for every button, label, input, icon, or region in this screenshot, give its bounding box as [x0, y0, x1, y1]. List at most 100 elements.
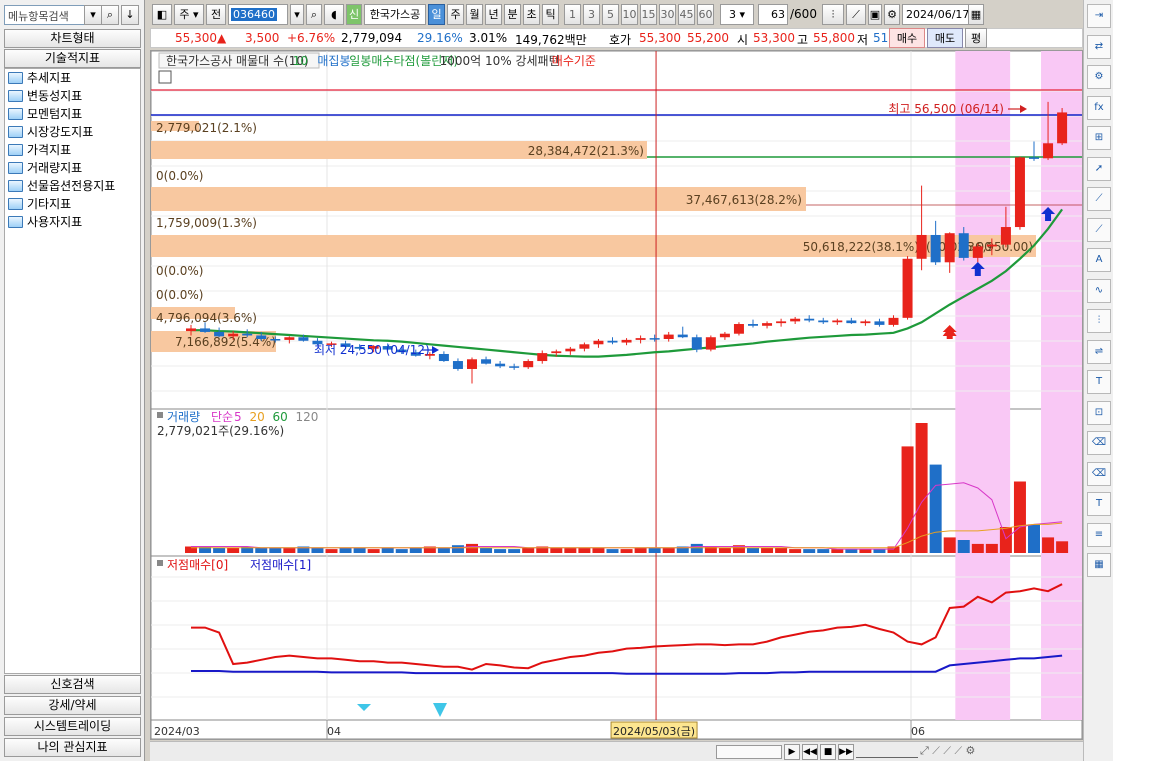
candle-body[interactable]	[621, 339, 632, 343]
tree-item[interactable]: 모멘텀지표	[8, 105, 82, 123]
candle-body[interactable]	[438, 353, 449, 362]
candle-body[interactable]	[874, 321, 885, 325]
candle-body[interactable]	[284, 337, 295, 340]
volume-bar[interactable]	[353, 547, 366, 553]
candle-body[interactable]	[691, 337, 702, 350]
candle-body[interactable]	[916, 234, 927, 259]
line-icon[interactable]: ⟋	[1087, 217, 1111, 242]
eval-button[interactable]: 평	[965, 28, 987, 48]
candle-body[interactable]	[593, 340, 604, 345]
volume-bar[interactable]	[550, 547, 563, 553]
candle-body[interactable]	[888, 317, 899, 325]
volume-bar[interactable]	[817, 549, 830, 553]
volume-bar[interactable]	[1056, 541, 1069, 553]
volume-bar[interactable]	[859, 549, 872, 553]
interval-button[interactable]: 1	[564, 4, 581, 25]
trend-tool-icon[interactable]: ⟋	[846, 4, 866, 25]
interval-button[interactable]: 15	[640, 4, 657, 25]
volume-bar[interactable]	[718, 547, 731, 553]
period-icon[interactable]: ⊡	[1087, 400, 1111, 425]
flip-icon[interactable]: ⇌	[1087, 339, 1111, 364]
candle-body[interactable]	[452, 361, 463, 369]
candle-tool-icon[interactable]: ⫶	[822, 4, 844, 25]
volume-bar[interactable]	[831, 549, 844, 553]
search-icon[interactable]: ⌕	[306, 4, 322, 25]
candle-body[interactable]	[733, 324, 744, 334]
candle-body[interactable]	[551, 351, 562, 354]
timeframe-button[interactable]: 월	[466, 4, 483, 25]
candle-body[interactable]	[663, 334, 674, 339]
settings-icon[interactable]: ⚙	[1087, 65, 1111, 89]
signal-search-button[interactable]: 신호검색	[4, 675, 141, 694]
volume-bar[interactable]	[873, 549, 886, 553]
candle-body[interactable]	[958, 233, 969, 258]
tree-item[interactable]: 기타지표	[8, 195, 71, 213]
candle-body[interactable]	[1057, 112, 1068, 144]
candle-body[interactable]	[186, 328, 196, 332]
tech-indicator-header[interactable]: 기술적지표	[4, 49, 141, 68]
layout-icon[interactable]: ◧	[152, 4, 172, 25]
volume-bar[interactable]	[508, 549, 521, 553]
tree-item[interactable]: 변동성지표	[8, 87, 82, 105]
exit-icon[interactable]: ⇥	[1087, 4, 1111, 28]
volume-bar[interactable]	[255, 547, 268, 553]
rewind-icon[interactable]: ◀◀	[802, 744, 818, 760]
candle-body[interactable]	[846, 320, 857, 324]
candle-body[interactable]	[495, 363, 506, 367]
volume-bar[interactable]	[494, 549, 507, 553]
chart-scrollbar[interactable]: ▶ ◀◀ ■ ▶▶ ⤢ ⟋ ⟋ ⟋ ⚙	[150, 741, 1083, 761]
erase-all-icon[interactable]: ⌫	[1087, 461, 1111, 486]
candle-body[interactable]	[832, 320, 843, 323]
volume-bar[interactable]	[480, 547, 493, 553]
candle-body[interactable]	[467, 359, 477, 369]
tree-item[interactable]: 사용자지표	[8, 213, 82, 231]
interval-button[interactable]: 10	[621, 4, 638, 25]
tree-item[interactable]: 거래량지표	[8, 159, 82, 177]
search-icon[interactable]: ⌕	[101, 5, 119, 25]
code-input[interactable]: 036460	[228, 4, 288, 25]
candle-body[interactable]	[1000, 227, 1011, 245]
volume-bar[interactable]	[1028, 524, 1040, 553]
my-indicators-button[interactable]: 나의 관심지표	[4, 738, 141, 757]
candle-body[interactable]	[607, 340, 618, 343]
volume-bar[interactable]	[451, 545, 464, 553]
candle-body[interactable]	[242, 333, 253, 336]
stop-icon[interactable]: ■	[820, 744, 836, 760]
volume-bar[interactable]	[747, 547, 759, 553]
volume-bar[interactable]	[213, 547, 226, 553]
candle-body[interactable]	[719, 333, 730, 338]
timeframe-button[interactable]: 초	[523, 4, 540, 25]
table-icon[interactable]	[158, 70, 172, 84]
volume-bar[interactable]	[943, 537, 956, 553]
candle-icon[interactable]: ⫶	[1087, 309, 1111, 333]
lowbuy-panel[interactable]	[150, 555, 1083, 721]
volume-bar[interactable]	[409, 547, 422, 553]
interval-select[interactable]: 3 ▾	[720, 4, 754, 25]
volume-bar[interactable]	[311, 547, 324, 553]
volume-bar[interactable]	[592, 547, 605, 553]
calendar-icon[interactable]: ▦	[968, 4, 984, 25]
tree-item[interactable]: 추세지표	[8, 69, 71, 87]
candle-body[interactable]	[776, 321, 787, 324]
volume-panel[interactable]	[150, 408, 1083, 557]
interval-button[interactable]: 60	[697, 4, 714, 25]
code-dropdown-icon[interactable]: ▾	[290, 4, 304, 25]
tree-item[interactable]: 시장강도지표	[8, 123, 93, 141]
lines-icon[interactable]: ≡	[1087, 522, 1111, 547]
interval-button[interactable]: 30	[659, 4, 676, 25]
zoom-slider[interactable]	[856, 746, 918, 758]
indicator-icon[interactable]: ⊞	[1087, 126, 1111, 150]
volume-bar[interactable]	[564, 547, 577, 553]
candle-body[interactable]	[986, 244, 997, 247]
volume-bar[interactable]	[367, 549, 380, 553]
timeframe-button[interactable]: 틱	[542, 4, 559, 25]
volume-bar[interactable]	[662, 547, 675, 553]
volume-bar[interactable]	[803, 549, 816, 553]
volume-bar[interactable]	[227, 547, 240, 553]
volume-bar[interactable]	[1042, 537, 1055, 553]
tree-item[interactable]: 선물옵션전용지표	[8, 177, 115, 195]
volume-bar[interactable]	[845, 549, 858, 553]
candle-body[interactable]	[200, 328, 211, 332]
volume-bar[interactable]	[325, 549, 338, 553]
timeframe-button[interactable]: 년	[485, 4, 502, 25]
